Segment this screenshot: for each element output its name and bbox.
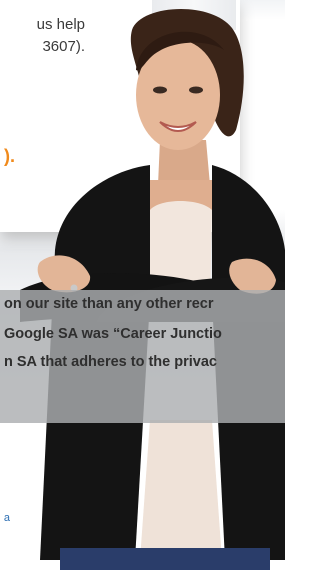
link-fragment[interactable]: a — [0, 512, 10, 524]
camisole-lower — [140, 420, 222, 560]
banner-line-1: on our site than any other recr — [4, 296, 214, 312]
woman-photo — [20, 9, 285, 570]
jeans — [60, 548, 270, 570]
banner-line-2: Google SA was “Career Junctio — [4, 326, 222, 342]
banner-line-3: n SA that adheres to the privac — [4, 354, 217, 370]
right-eye — [189, 86, 203, 94]
left-eye — [153, 86, 167, 94]
